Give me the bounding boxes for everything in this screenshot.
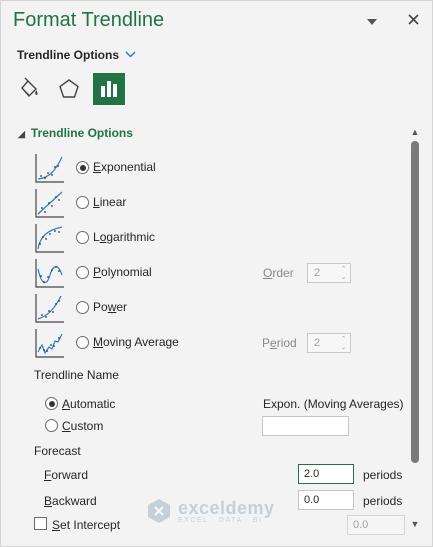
automatic-name-value: Expon. (Moving Averages) — [263, 397, 404, 411]
watermark-brand: exceldemy — [178, 497, 275, 518]
forward-unit: periods — [363, 468, 403, 482]
linear-trend-icon — [35, 189, 64, 218]
period-value: 2 — [314, 337, 321, 349]
exceldemy-watermark: exceldemy EXCEL · DATA · BI — [146, 498, 275, 524]
paint-bucket-icon — [21, 77, 38, 98]
trendline-type-power[interactable]: Power — [34, 292, 374, 324]
trendline-options-menu-label: Trendline Options — [17, 48, 120, 62]
forward-input[interactable]: 2.0 — [298, 464, 354, 484]
logarithmic-trend-icon — [35, 224, 64, 253]
exponential-label: Exponential — [93, 160, 156, 174]
forecast-heading: Forecast — [34, 444, 81, 458]
backward-unit: periods — [363, 494, 403, 508]
order-label: Order — [263, 266, 294, 280]
tab-trendline-options[interactable] — [93, 73, 125, 105]
period-label: Period — [262, 336, 297, 350]
intercept-input[interactable]: 0.0 — [347, 515, 405, 535]
bar-chart-icon — [101, 81, 117, 97]
linear-radio[interactable] — [76, 196, 89, 209]
chevron-down-icon — [125, 50, 136, 61]
pane-options-dropdown-icon[interactable] — [363, 11, 381, 29]
exceldemy-logo-icon — [148, 499, 170, 523]
pane-title: Format Trendline — [13, 9, 165, 31]
period-down-arrow-icon[interactable]: ⌄ — [339, 343, 348, 352]
logarithmic-label: Logarithmic — [93, 230, 156, 244]
scroll-up-arrow[interactable]: ▲ — [409, 126, 421, 138]
polynomial-radio[interactable] — [76, 266, 89, 279]
scroll-down-arrow[interactable]: ▼ — [409, 518, 421, 530]
trendline-name-heading: Trendline Name — [34, 368, 119, 382]
exponential-trend-icon — [35, 154, 64, 183]
automatic-name-radio[interactable] — [45, 397, 58, 410]
scrollbar-thumb[interactable] — [411, 141, 419, 463]
section-title: Trendline Options — [30, 126, 133, 140]
backward-label: Backward — [44, 494, 97, 508]
tab-fill-line[interactable] — [13, 73, 45, 105]
backward-input[interactable]: 0.0 — [298, 490, 354, 510]
format-trendline-pane: Format Trendline Trendline Options ◢ Tre… — [0, 0, 433, 547]
order-stepper[interactable]: 2 ⌃ ⌄ — [307, 263, 351, 283]
trendline-type-linear[interactable]: Linear — [34, 187, 374, 219]
polynomial-label: Polynomial — [93, 265, 152, 279]
power-trend-icon — [35, 294, 64, 323]
exponential-radio[interactable] — [76, 161, 89, 174]
moving-average-label: Moving Average — [93, 335, 179, 349]
trendline-type-logarithmic[interactable]: Logarithmic — [34, 222, 374, 254]
pentagon-icon — [59, 79, 79, 98]
tab-effects[interactable] — [53, 73, 85, 105]
watermark-tagline: EXCEL · DATA · BI — [178, 516, 263, 524]
custom-label: Custom — [62, 419, 104, 433]
trendline-options-menu[interactable]: Trendline Options — [17, 48, 136, 62]
order-value: 2 — [314, 267, 321, 279]
logarithmic-radio[interactable] — [76, 231, 89, 244]
trendline-options-section-header[interactable]: ◢ Trendline Options — [18, 126, 133, 140]
linear-label: Linear — [93, 195, 127, 209]
moving-average-radio[interactable] — [76, 336, 89, 349]
forward-label: Forward — [44, 468, 89, 482]
automatic-label: Automatic — [62, 397, 116, 411]
custom-name-input[interactable] — [262, 416, 349, 436]
set-intercept-label: Set Intercept — [52, 518, 121, 532]
period-stepper[interactable]: 2 ⌃ ⌄ — [307, 333, 351, 353]
collapse-triangle-icon: ◢ — [18, 129, 25, 139]
close-icon[interactable] — [404, 11, 422, 29]
order-down-arrow-icon[interactable]: ⌄ — [339, 273, 348, 282]
custom-name-radio[interactable] — [45, 419, 58, 432]
trendline-type-exponential[interactable]: Exponential — [34, 152, 374, 184]
moving-average-trend-icon — [35, 329, 64, 358]
polynomial-trend-icon — [35, 259, 64, 288]
power-label: Power — [93, 300, 128, 314]
power-radio[interactable] — [76, 301, 89, 314]
set-intercept-checkbox[interactable] — [34, 517, 47, 530]
